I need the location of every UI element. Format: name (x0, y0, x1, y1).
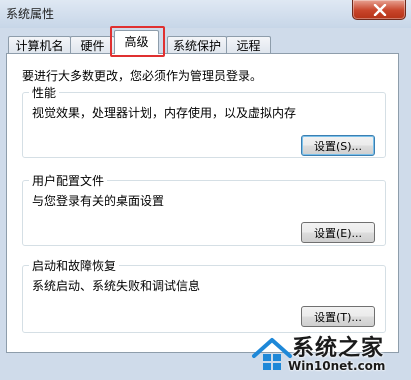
tab-advanced[interactable]: 高级 (114, 30, 159, 54)
user-profiles-settings-button[interactable]: 设置(E)... (301, 222, 375, 243)
startup-recovery-settings-button[interactable]: 设置(T)... (301, 306, 375, 327)
performance-description: 视觉效果，处理器计划，内存使用，以及虚拟内存 (32, 106, 297, 120)
startup-recovery-title: 启动和故障恢复 (29, 257, 120, 274)
title-bar: 系统属性 (0, 0, 411, 28)
performance-settings-button[interactable]: 设置(S)... (301, 135, 375, 156)
admin-notice: 要进行大多数更改，您必须作为管理员登录。 (22, 69, 263, 83)
close-icon (373, 4, 387, 16)
watermark-name: 系统之家 (292, 336, 385, 361)
performance-title: 性能 (29, 84, 60, 101)
watermark-site: Win10net.com (288, 359, 386, 373)
watermark: 系统之家 Win10net.com (250, 330, 411, 380)
user-profiles-description: 与您登录有关的桌面设置 (32, 194, 165, 208)
close-button[interactable] (352, 0, 406, 20)
user-profiles-title: 用户配置文件 (29, 172, 108, 189)
startup-recovery-description: 系统启动、系统失败和调试信息 (32, 279, 201, 293)
window-title: 系统属性 (6, 7, 55, 21)
